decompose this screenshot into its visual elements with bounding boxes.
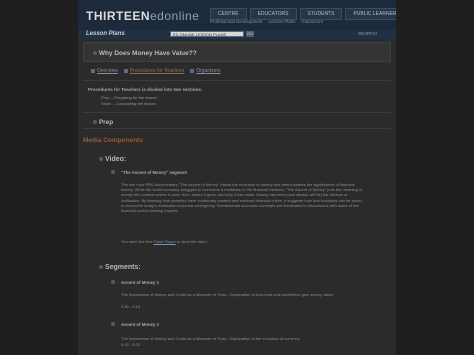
lesson-plans-title: Lesson Plans bbox=[86, 31, 125, 37]
page-container: THIRTEENedonline CENTRE EDUCATORS STUDEN… bbox=[78, 0, 396, 355]
lesson-plans-select[interactable]: ED ONLINE LESSON PLANS bbox=[170, 31, 244, 37]
page-title-text: Why Does Money Have Value?? bbox=[98, 50, 197, 57]
tab-procedures-label: Procedures for Teachers bbox=[129, 68, 185, 74]
intro-text: Procedures for Teachers is divided into … bbox=[88, 87, 203, 92]
video-item-title: "The Ascent of Money" segment bbox=[121, 170, 187, 175]
segments-heading-text: Segments: bbox=[104, 264, 141, 271]
sub-link-professional-development[interactable]: Professional Development bbox=[210, 19, 263, 24]
nav-tab-public-learners[interactable]: PUBLIC LEARNERS bbox=[345, 8, 396, 20]
video-description: The two hour PBS documentary "The Ascent… bbox=[121, 182, 363, 214]
list-item: Steps -- Conducting the lesson bbox=[101, 101, 157, 107]
segment-time: 5:15 - 8:22 bbox=[121, 342, 141, 347]
divider bbox=[83, 112, 391, 113]
bullet-icon bbox=[99, 157, 103, 161]
media-components-heading: Media Components bbox=[83, 137, 143, 144]
search-link[interactable]: SEARCH bbox=[358, 31, 377, 36]
go-button[interactable]: GO bbox=[246, 31, 254, 37]
bullet-icon bbox=[99, 265, 103, 269]
sections-list: Prep -- Preparing for the lesson Steps -… bbox=[101, 95, 157, 107]
bullet-icon bbox=[111, 280, 115, 284]
logo-sub-text: edonline bbox=[150, 9, 200, 23]
tab-organizers-label: Organizers bbox=[196, 68, 221, 74]
divider bbox=[83, 128, 391, 129]
bullet-icon bbox=[111, 322, 115, 326]
tab-overview[interactable]: Overview bbox=[91, 68, 118, 74]
steps-desc: -- Conducting the lesson bbox=[111, 101, 156, 106]
sub-link-classroom[interactable]: Classroom bbox=[302, 19, 324, 24]
tab-organizers[interactable]: Organizers bbox=[190, 68, 221, 74]
tab-icon bbox=[91, 69, 95, 73]
sub-nav: Professional Development Lesson Plans Cl… bbox=[210, 19, 323, 24]
video-heading: Video: bbox=[99, 156, 126, 163]
segment-description: The Importance of Money and Credit as a … bbox=[121, 336, 300, 341]
tab-overview-label: Overview bbox=[97, 68, 118, 74]
bullet-icon bbox=[93, 51, 97, 55]
flash-player-link[interactable]: Flash Player bbox=[154, 239, 176, 244]
tab-icon bbox=[190, 69, 195, 73]
prep-heading: Prep bbox=[93, 119, 113, 126]
divider bbox=[83, 80, 391, 81]
requirement-suffix: to view the video. bbox=[175, 239, 208, 244]
prep-desc: -- Preparing for the lesson bbox=[109, 95, 157, 100]
logo-main-text: THIRTEEN bbox=[86, 9, 150, 23]
prep-heading-text: Prep bbox=[98, 119, 114, 126]
video-requirement: You need the free Flash Player to view t… bbox=[121, 239, 365, 244]
segment-title[interactable]: Ascent of Money 2 bbox=[121, 322, 159, 327]
page-title: Why Does Money Have Value?? bbox=[93, 50, 197, 57]
site-header: THIRTEENedonline CENTRE EDUCATORS STUDEN… bbox=[78, 0, 396, 30]
tab-icon bbox=[123, 69, 128, 73]
sub-link-lesson-plans[interactable]: Lesson Plans bbox=[269, 19, 296, 24]
segment-title[interactable]: Ascent of Money 1 bbox=[121, 280, 159, 285]
lesson-tabs: Overview Procedures for Teachers Organiz… bbox=[91, 68, 221, 74]
segment-time: 2:30 - 5:15 bbox=[121, 304, 141, 309]
bullet-icon bbox=[93, 120, 97, 124]
requirement-prefix: You need the free bbox=[121, 239, 154, 244]
steps-link[interactable]: Steps bbox=[101, 101, 111, 106]
video-heading-text: Video: bbox=[104, 156, 127, 163]
site-logo[interactable]: THIRTEENedonline bbox=[86, 9, 199, 23]
segments-heading: Segments: bbox=[99, 264, 141, 271]
tab-procedures-for-teachers[interactable]: Procedures for Teachers bbox=[123, 68, 185, 74]
segment-description: The Importance of Money and Credit as a … bbox=[121, 292, 334, 297]
bullet-icon bbox=[111, 170, 115, 174]
